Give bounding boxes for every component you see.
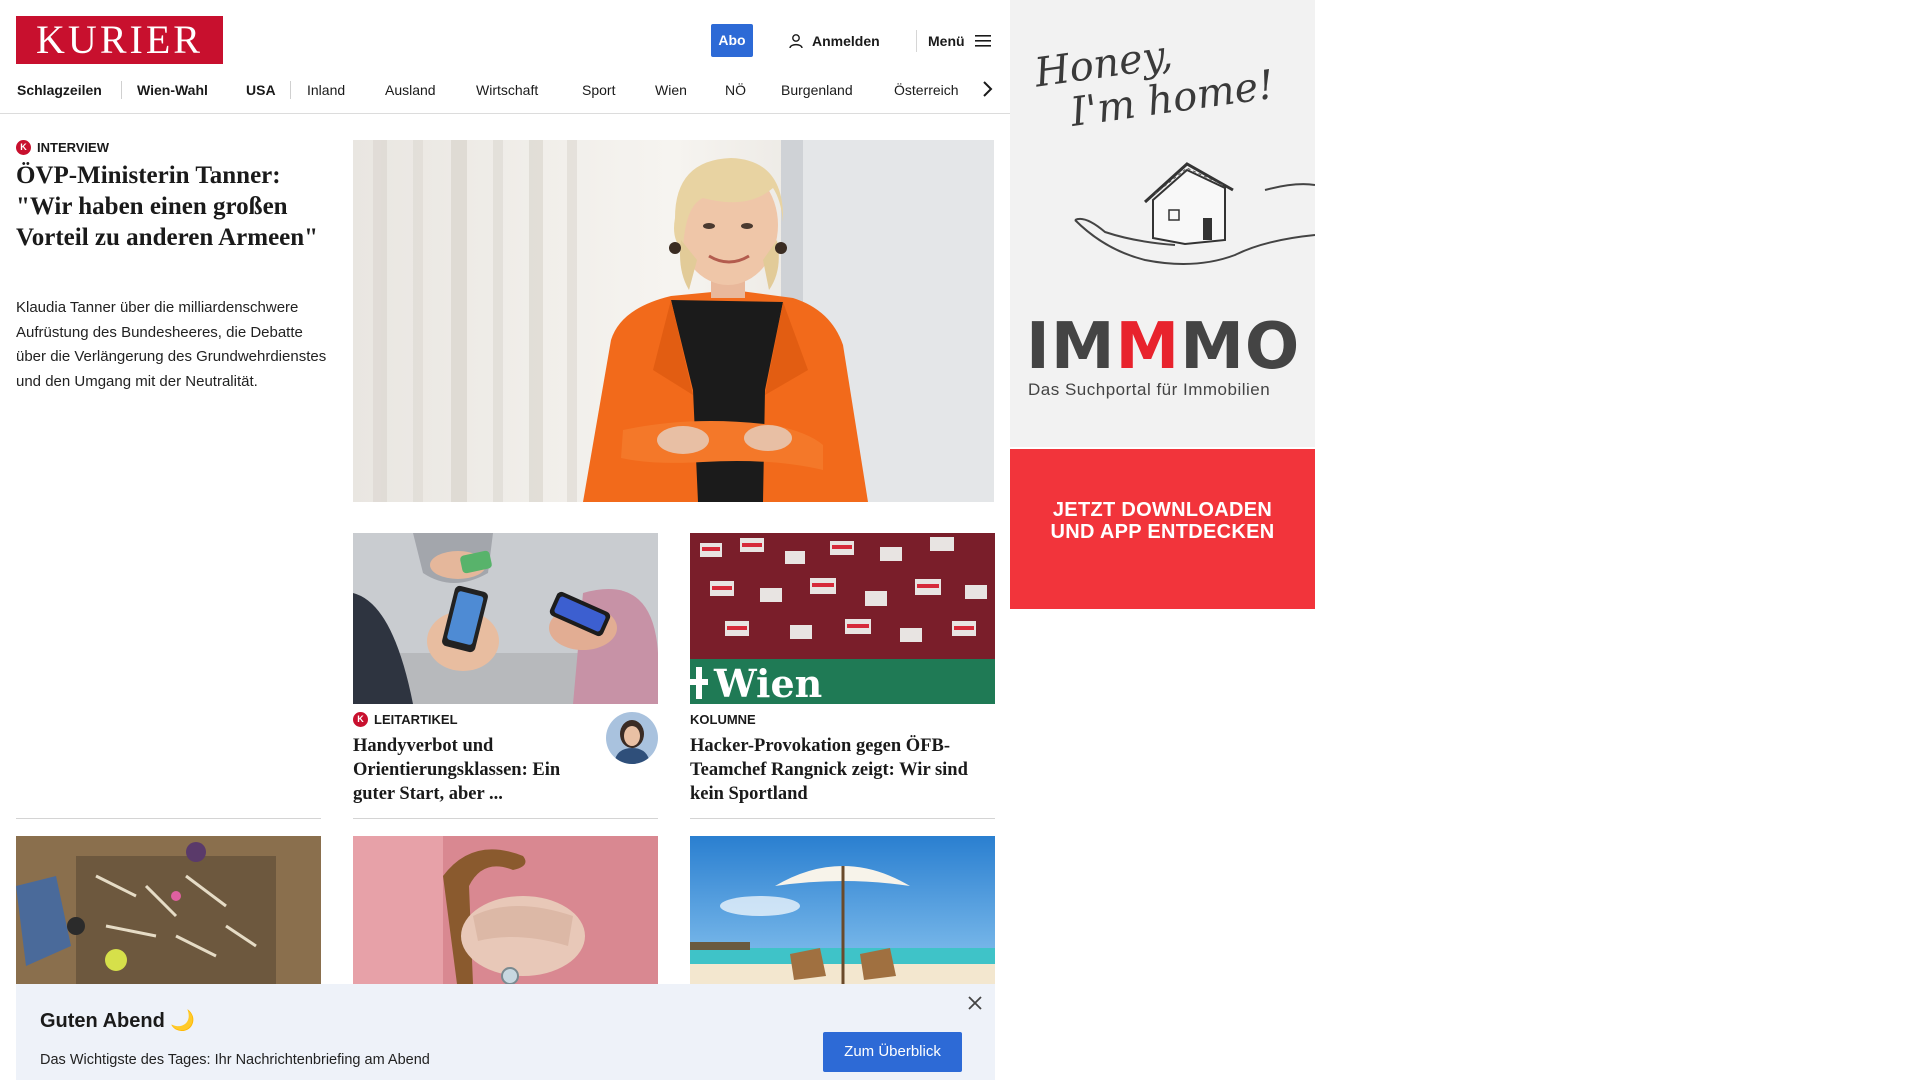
card-fans-photo[interactable]: Wien (690, 533, 995, 704)
evening-briefing-banner: Guten Abend 🌙 Das Wichtigste des Tages: … (16, 984, 995, 1080)
menu-label: Menü (928, 33, 965, 49)
briefing-title: Guten Abend 🌙 (40, 1010, 196, 1032)
card-cane-photo[interactable] (353, 836, 658, 984)
close-icon[interactable] (966, 994, 984, 1012)
ad-script-text: Honey, I'm home! (1032, 19, 1277, 139)
smartphones-image (353, 533, 658, 704)
walking-cane-image (353, 836, 658, 984)
ad-cta-line: UND APP ENTDECKEN (1050, 521, 1275, 543)
lead-photo[interactable] (353, 140, 994, 502)
nav-item-wien-wahl[interactable]: Wien-Wahl (137, 82, 208, 98)
ad-cta-line: JETZT DOWNLOADEN (1052, 499, 1273, 521)
author-avatar (606, 712, 658, 764)
card-kicker-label: LEITARTIKEL (374, 712, 458, 727)
nav-item-wirtschaft[interactable]: Wirtschaft (476, 82, 538, 98)
card-kicker-label: KOLUMNE (690, 712, 756, 727)
nav-item-burgenland[interactable]: Burgenland (781, 82, 853, 98)
ad-brand-part: M (1115, 310, 1181, 384)
immmo-ad[interactable]: Honey, I'm home! IMMMO Das Suchportal fü… (1010, 0, 1315, 609)
nav-item-oesterreich[interactable]: Österreich (894, 82, 959, 98)
menu-button[interactable]: Menü (928, 30, 993, 52)
lead-kicker: K INTERVIEW (16, 140, 109, 155)
card-excavation-photo[interactable] (16, 836, 321, 984)
card-divider (353, 818, 658, 819)
kurier-k-icon: K (353, 712, 368, 727)
ad-brand-part: MO (1180, 310, 1301, 384)
abo-button[interactable]: Abo (711, 24, 753, 57)
hamburger-icon (974, 35, 991, 47)
ad-visual: Honey, I'm home! IMMMO Das Suchportal fü… (1010, 0, 1315, 447)
overview-button[interactable]: Zum Überblick (823, 1032, 962, 1072)
header-divider (916, 30, 917, 52)
excavation-image (16, 836, 321, 984)
card-divider (690, 818, 995, 819)
kurier-logo[interactable]: KURIER (16, 16, 223, 64)
ad-subline: Das Suchportal für Immobilien (1028, 380, 1271, 399)
beach-umbrella-image (690, 836, 995, 984)
kurier-homepage: KURIER Abo Anmelden Menü Schlagzeilen Wi… (0, 0, 1010, 1080)
nav-item-schlagzeilen[interactable]: Schlagzeilen (17, 82, 102, 98)
card-headline[interactable]: Handyverbot und Orientierungsklassen: Ei… (353, 734, 598, 806)
lead-kicker-label: INTERVIEW (37, 140, 109, 155)
card-divider (16, 818, 321, 819)
svg-text:Wien: Wien (713, 661, 822, 704)
briefing-text: Das Wichtigste des Tages: Ihr Nachrichte… (40, 1052, 430, 1068)
card-kicker: KOLUMNE (690, 712, 756, 727)
card-headline[interactable]: Hacker-Provokation gegen ÖFB-Teamchef Ra… (690, 734, 990, 806)
kurier-k-icon: K (16, 140, 31, 155)
section-nav: Schlagzeilen Wien-Wahl USA Inland Auslan… (0, 76, 1010, 114)
house-in-hand-icon (1074, 162, 1315, 265)
ad-brand-logo: IMMMO (1026, 312, 1300, 382)
author-image (606, 712, 658, 764)
chevron-right-icon[interactable] (976, 78, 998, 100)
login-label: Anmelden (812, 33, 880, 49)
stadium-fans-image: Wien (690, 533, 995, 704)
card-phones-photo[interactable] (353, 533, 658, 704)
nav-item-ausland[interactable]: Ausland (385, 82, 436, 98)
ad-cta-text: JETZT DOWNLOADEN UND APP ENTDECKEN (1010, 499, 1315, 543)
ad-brand-part: IM (1026, 310, 1116, 384)
nav-divider (121, 81, 122, 99)
nav-divider (290, 81, 291, 99)
user-icon (789, 34, 803, 49)
lead-headline[interactable]: ÖVP-Ministerin Tanner: "Wir haben einen … (16, 160, 326, 253)
nav-item-sport[interactable]: Sport (582, 82, 615, 98)
nav-item-noe[interactable]: NÖ (725, 82, 746, 98)
ad-cta-area[interactable]: JETZT DOWNLOADEN UND APP ENTDECKEN (1010, 449, 1315, 609)
card-beach-photo[interactable] (690, 836, 995, 984)
card-kicker: K LEITARTIKEL (353, 712, 458, 727)
minister-portrait-image (353, 140, 994, 502)
site-header: KURIER Abo Anmelden Menü (0, 0, 1010, 76)
lead-teaser: Klaudia Tanner über die milliardenschwer… (16, 299, 327, 390)
nav-item-usa[interactable]: USA (246, 82, 276, 98)
login-link[interactable]: Anmelden (788, 30, 880, 52)
nav-item-wien[interactable]: Wien (655, 82, 687, 98)
nav-item-inland[interactable]: Inland (307, 82, 345, 98)
